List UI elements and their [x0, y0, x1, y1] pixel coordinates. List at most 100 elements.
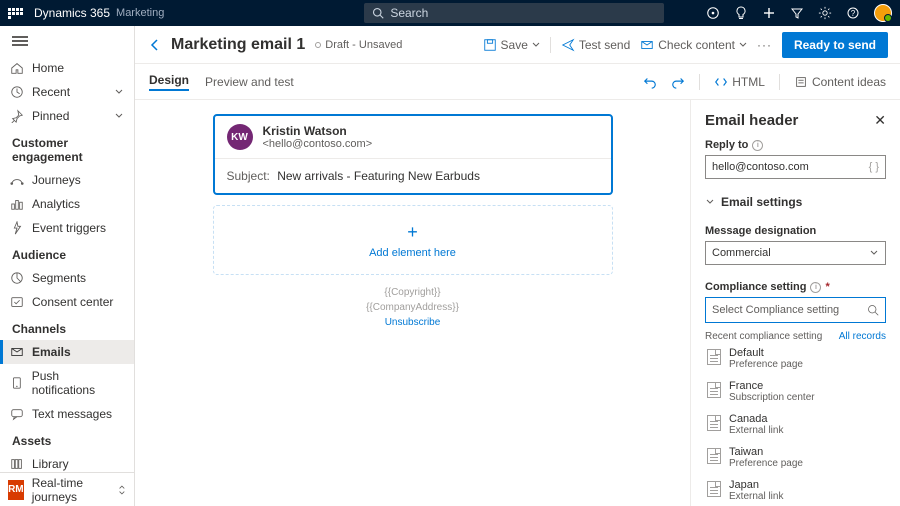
- compliance-option[interactable]: DefaultPreference page: [705, 342, 886, 375]
- area-badge: RM: [8, 480, 24, 500]
- add-element-dropzone[interactable]: + Add element here: [213, 205, 613, 275]
- nav-home[interactable]: Home: [0, 56, 134, 80]
- chevron-down-icon: [705, 197, 715, 207]
- compliance-lookup[interactable]: Select Compliance setting: [705, 297, 886, 323]
- compliance-label: Compliance settingi *: [705, 281, 886, 293]
- nav-event-triggers[interactable]: Event triggers: [0, 216, 134, 240]
- html-button[interactable]: HTML: [714, 75, 765, 89]
- sidebar: Home Recent Pinned Customer engagement J…: [0, 26, 135, 506]
- overflow-menu[interactable]: ···: [757, 38, 772, 52]
- sender-name: Kristin Watson: [263, 124, 373, 138]
- pin-icon: [10, 109, 24, 123]
- nav-label: Journeys: [32, 173, 81, 187]
- ideas-icon: [794, 75, 808, 89]
- compliance-option[interactable]: CanadaExternal link: [705, 408, 886, 441]
- area-switcher[interactable]: RM Real-time journeys: [0, 472, 134, 506]
- nav-recent[interactable]: Recent: [0, 80, 134, 104]
- msg-designation-select[interactable]: Commercial: [705, 241, 886, 265]
- nav-push[interactable]: Push notifications: [0, 364, 134, 402]
- recent-label: Recent compliance setting: [705, 331, 822, 342]
- check-icon: [640, 38, 654, 52]
- option-title: Taiwan: [729, 446, 803, 458]
- close-icon[interactable]: ✕: [874, 112, 886, 129]
- help-icon[interactable]: ?: [846, 6, 860, 20]
- sidebar-toggle[interactable]: [0, 26, 134, 56]
- option-title: Default: [729, 347, 803, 359]
- msg-designation-value: Commercial: [712, 247, 771, 259]
- user-avatar[interactable]: [874, 4, 892, 22]
- section-channels: Channels: [0, 314, 134, 340]
- compliance-option[interactable]: TaiwanPreference page: [705, 441, 886, 474]
- reply-to-field[interactable]: hello@contoso.com { }: [705, 155, 886, 179]
- command-bar: Marketing email 1 Draft - Unsaved Save T…: [135, 26, 900, 64]
- option-subtitle: External link: [729, 425, 783, 436]
- assistant-icon[interactable]: [706, 6, 720, 20]
- redo-button[interactable]: [671, 75, 685, 89]
- personalize-icon[interactable]: { }: [869, 161, 879, 173]
- tab-preview[interactable]: Preview and test: [205, 75, 294, 89]
- nav-emails[interactable]: Emails: [0, 340, 134, 364]
- info-icon[interactable]: i: [752, 140, 763, 151]
- back-icon[interactable]: [147, 37, 163, 53]
- updown-icon: [118, 484, 126, 496]
- email-subject[interactable]: Subject: New arrivals - Featuring New Ea…: [215, 159, 611, 193]
- email-icon: [10, 345, 24, 359]
- add-icon[interactable]: [762, 6, 776, 20]
- email-settings-toggle[interactable]: Email settings: [705, 195, 886, 209]
- global-search[interactable]: Search: [364, 3, 664, 23]
- option-subtitle: Preference page: [729, 359, 803, 370]
- sender-avatar: KW: [227, 124, 253, 150]
- nav-consent-center[interactable]: Consent center: [0, 290, 134, 314]
- search-placeholder: Search: [390, 6, 428, 20]
- test-send-button[interactable]: Test send: [561, 38, 630, 52]
- compliance-option[interactable]: JapanExternal link: [705, 474, 886, 506]
- option-title: France: [729, 380, 815, 392]
- settings-icon[interactable]: [818, 6, 832, 20]
- sender-address: <hello@contoso.com>: [263, 138, 373, 150]
- main-area: Marketing email 1 Draft - Unsaved Save T…: [135, 26, 900, 506]
- chevron-down-icon: [114, 111, 124, 121]
- nav-pinned[interactable]: Pinned: [0, 104, 134, 128]
- unsubscribe-link[interactable]: Unsubscribe: [213, 315, 613, 330]
- dropzone-label: Add element here: [369, 247, 456, 259]
- section-customer-engagement: Customer engagement: [0, 128, 134, 168]
- sms-icon: [10, 407, 24, 421]
- reply-to-value: hello@contoso.com: [712, 161, 809, 173]
- content-ideas-button[interactable]: Content ideas: [794, 75, 886, 89]
- consent-icon: [10, 295, 24, 309]
- nav-text[interactable]: Text messages: [0, 402, 134, 426]
- info-icon[interactable]: i: [810, 282, 821, 293]
- email-header-card[interactable]: KW Kristin Watson <hello@contoso.com> Su…: [213, 114, 613, 195]
- filter-icon[interactable]: [790, 6, 804, 20]
- send-icon: [561, 38, 575, 52]
- ready-to-send-button[interactable]: Ready to send: [782, 32, 888, 58]
- document-icon: [707, 481, 721, 497]
- tab-design[interactable]: Design: [149, 73, 189, 91]
- lightbulb-icon[interactable]: [734, 6, 748, 20]
- journey-icon: [10, 173, 24, 187]
- check-content-label: Check content: [658, 38, 735, 52]
- compliance-option[interactable]: FranceSubscription center: [705, 375, 886, 408]
- clock-icon: [10, 85, 24, 99]
- document-icon: [707, 448, 721, 464]
- nav-label: Event triggers: [32, 221, 106, 235]
- chevron-down-icon: [739, 41, 747, 49]
- check-content-button[interactable]: Check content: [640, 38, 747, 52]
- appbar-actions: ?: [706, 4, 892, 22]
- undo-button[interactable]: [643, 75, 657, 89]
- section-assets: Assets: [0, 426, 134, 452]
- test-send-label: Test send: [579, 38, 630, 52]
- brand-name: Dynamics 365: [34, 6, 110, 20]
- all-records-link[interactable]: All records: [839, 331, 886, 342]
- app-launcher-icon[interactable]: [8, 8, 26, 19]
- nav-segments[interactable]: Segments: [0, 266, 134, 290]
- company-address-token: {{CompanyAddress}}: [213, 300, 613, 315]
- nav-label: Recent: [32, 85, 70, 99]
- chevron-down-icon: [869, 248, 879, 258]
- option-title: Japan: [729, 479, 783, 491]
- save-button[interactable]: Save: [483, 38, 540, 52]
- nav-journeys[interactable]: Journeys: [0, 168, 134, 192]
- nav-analytics[interactable]: Analytics: [0, 192, 134, 216]
- email-footer-tokens: {{Copyright}} {{CompanyAddress}} Unsubsc…: [213, 285, 613, 330]
- chevron-down-icon: [114, 87, 124, 97]
